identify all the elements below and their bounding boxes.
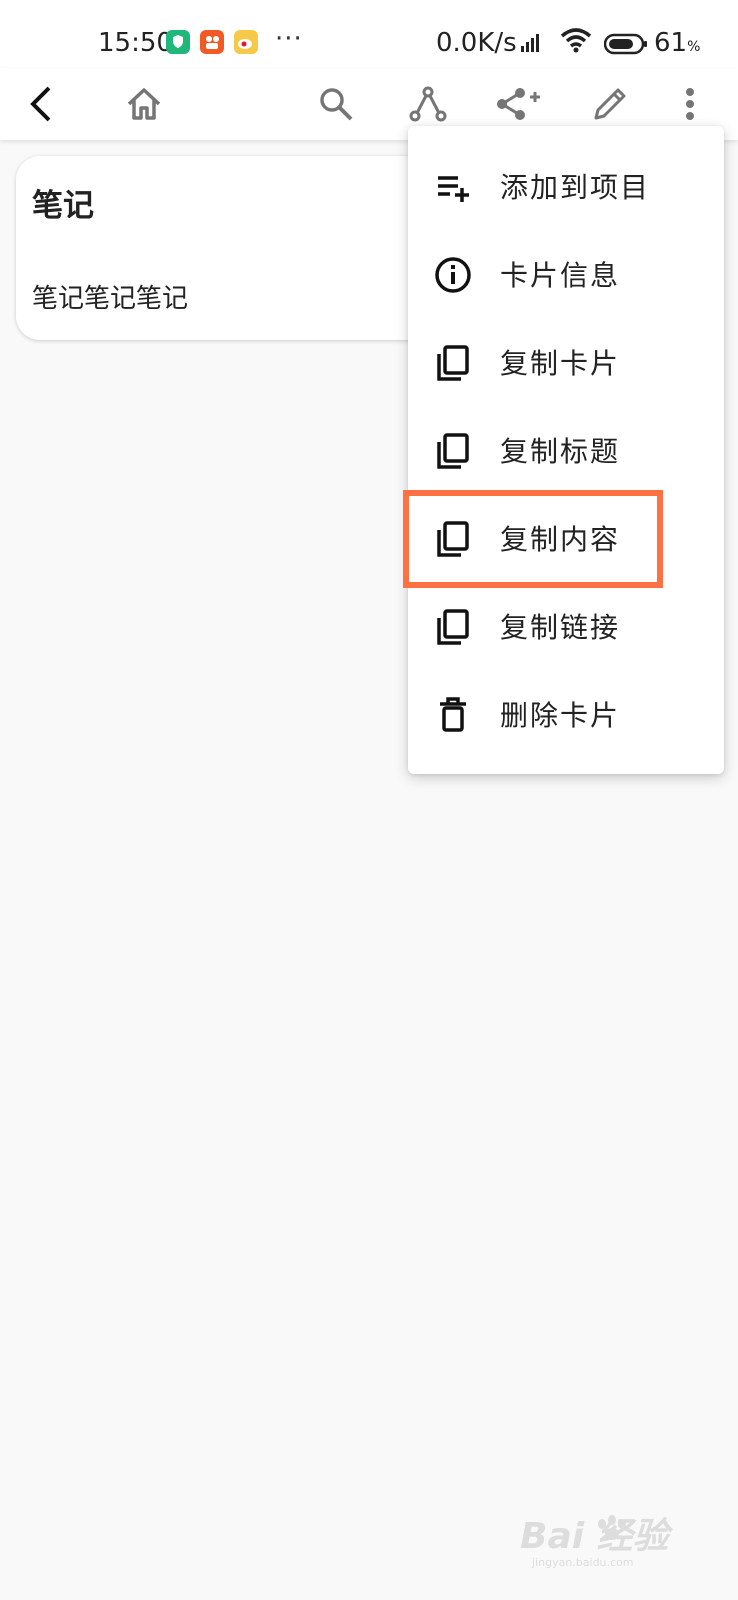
menu-item-label: 复制卡片 xyxy=(500,347,621,380)
network-speed: 0.0K/s xyxy=(436,28,517,58)
watermark-sub: jingyan.baidu.com xyxy=(531,1556,634,1569)
pencil-icon xyxy=(594,88,626,120)
graph-icon xyxy=(409,86,447,122)
menu-item-label: 复制标题 xyxy=(500,435,621,468)
card-title: 笔记 xyxy=(32,188,94,224)
overflow-menu: 添加到项目 卡片信息 复制卡片 复制标题 复制内容 复制链接 删除卡片 xyxy=(408,126,724,774)
menu-item-delete-card[interactable]: 删除卡片 xyxy=(408,670,724,758)
menu-item-add-to-project[interactable]: 添加到项目 xyxy=(408,142,724,230)
kuaishou-app-icon xyxy=(200,30,224,54)
baidu-jingyan-watermark: Bai 经验 jingyan.baidu.com xyxy=(520,1510,720,1570)
wifi-icon xyxy=(560,28,592,58)
signal-icon xyxy=(520,30,544,58)
more-vertical-icon xyxy=(686,88,694,120)
note-card[interactable]: 笔记 笔记笔记笔记 xyxy=(16,156,456,340)
more-notifications: ··· xyxy=(275,24,303,54)
menu-item-card-info[interactable]: 卡片信息 xyxy=(408,230,724,318)
menu-item-copy-card[interactable]: 复制卡片 xyxy=(408,318,724,406)
menu-item-label: 删除卡片 xyxy=(500,699,621,732)
card-body: 笔记笔记笔记 xyxy=(32,284,189,314)
copy-icon xyxy=(437,345,469,381)
watermark-text: Bai 经验 xyxy=(520,1516,674,1557)
search-icon xyxy=(320,88,353,121)
menu-item-label: 复制链接 xyxy=(500,611,621,644)
share-icon xyxy=(497,88,540,120)
search-button[interactable] xyxy=(310,68,362,140)
weibo-app-icon xyxy=(234,30,258,54)
menu-item-copy-title[interactable]: 复制标题 xyxy=(408,406,724,494)
battery-percent: 61% xyxy=(654,28,701,58)
home-icon xyxy=(127,88,161,120)
menu-item-label: 添加到项目 xyxy=(500,171,651,204)
home-button[interactable] xyxy=(118,68,170,140)
back-arrow-icon xyxy=(30,86,51,122)
status-time: 15:50 xyxy=(98,28,173,58)
security-app-icon xyxy=(166,30,190,54)
playlist-add-icon xyxy=(438,176,469,202)
trash-icon xyxy=(440,697,466,732)
back-button[interactable] xyxy=(16,68,68,140)
highlight-annotation xyxy=(403,490,663,588)
copy-icon xyxy=(437,609,469,645)
menu-item-label: 卡片信息 xyxy=(500,259,621,292)
battery-icon xyxy=(603,33,648,59)
menu-item-copy-link[interactable]: 复制链接 xyxy=(408,582,724,670)
info-icon xyxy=(435,257,471,293)
copy-icon xyxy=(437,433,469,469)
